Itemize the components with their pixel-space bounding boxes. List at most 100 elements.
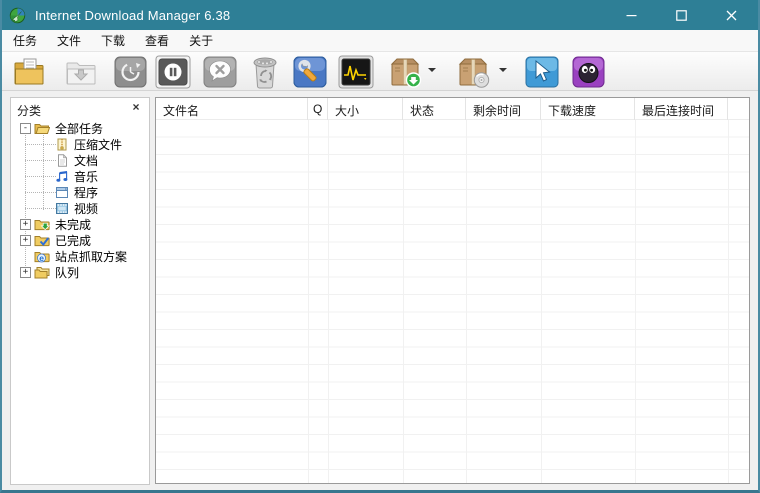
stop-button[interactable] xyxy=(154,55,192,89)
options-icon xyxy=(293,56,327,88)
column-header-time-left[interactable]: 剩余时间 xyxy=(466,98,541,120)
tree-item-finished[interactable]: + 已完成 xyxy=(11,232,149,248)
stop-icon xyxy=(155,55,191,89)
video-icon xyxy=(56,202,68,214)
column-header-filename[interactable]: 文件名 xyxy=(156,98,308,120)
maximize-icon xyxy=(675,9,687,21)
column-header-last-try[interactable]: 最后连接时间 xyxy=(635,98,728,120)
music-icon xyxy=(56,170,68,182)
svg-text:e: e xyxy=(39,253,44,263)
tree-item-unfinished[interactable]: + 未完成 xyxy=(11,216,149,232)
table-body-empty[interactable] xyxy=(156,120,749,483)
minimize-icon xyxy=(626,14,636,16)
zip-file-icon xyxy=(57,138,67,150)
tree-item-label: 视频 xyxy=(74,201,99,216)
tree-item-documents[interactable]: 文档 xyxy=(11,152,149,168)
tree-item-grabber-projects[interactable]: e 站点抓取方案 xyxy=(11,248,149,264)
categories-close-button[interactable]: × xyxy=(129,100,143,114)
maximize-button[interactable] xyxy=(656,0,706,30)
scheduler-icon xyxy=(338,55,374,89)
start-queue-button[interactable] xyxy=(386,55,424,89)
document-icon xyxy=(58,153,68,167)
start-queue-dropdown[interactable] xyxy=(428,68,436,72)
options-button[interactable] xyxy=(291,55,329,89)
grabber-button[interactable] xyxy=(523,55,561,89)
column-header-queue[interactable]: Q xyxy=(308,98,328,120)
folder-finished-icon xyxy=(34,235,50,246)
minimize-button[interactable] xyxy=(606,0,656,30)
queues-icon xyxy=(34,266,50,278)
column-header-filler xyxy=(728,98,749,120)
stop-all-icon xyxy=(203,56,237,88)
window-controls xyxy=(606,0,756,30)
stop-queue-dropdown[interactable] xyxy=(499,68,507,72)
menu-view[interactable]: 查看 xyxy=(135,29,179,52)
tree-item-queues[interactable]: + 队列 xyxy=(11,264,149,280)
grid-line xyxy=(308,120,309,483)
tree-item-all-tasks[interactable]: - 全部任务 xyxy=(11,120,149,136)
column-header-speed[interactable]: 下载速度 xyxy=(541,98,635,120)
grid-line xyxy=(728,120,729,483)
restart-icon xyxy=(114,56,146,88)
collapse-box-icon[interactable]: - xyxy=(20,122,31,134)
tell-a-friend-button[interactable] xyxy=(569,55,607,89)
grid-line xyxy=(541,120,542,483)
menubar: 任务 文件 下载 查看 关于 xyxy=(2,30,758,52)
titlebar[interactable]: Internet Download Manager 6.38 xyxy=(2,0,758,30)
start-queue-icon xyxy=(390,58,422,88)
grid-line xyxy=(635,120,636,483)
column-header-size[interactable]: 大小 xyxy=(328,98,403,120)
tree-item-label: 站点抓取方案 xyxy=(55,249,128,264)
tree-connector xyxy=(25,143,56,145)
close-button[interactable] xyxy=(706,0,756,30)
toolbar xyxy=(2,52,758,91)
menu-downloads[interactable]: 下载 xyxy=(91,29,135,52)
menu-about[interactable]: 关于 xyxy=(179,29,223,52)
grid-line xyxy=(466,120,467,483)
tree-item-compressed[interactable]: 压缩文件 xyxy=(11,136,149,152)
delete-all-completed-icon xyxy=(253,57,277,88)
tree-item-label: 文档 xyxy=(74,153,99,168)
tree-connector xyxy=(25,175,56,177)
grid-line xyxy=(328,120,329,483)
tree-item-label: 压缩文件 xyxy=(74,137,123,152)
grid-line xyxy=(403,120,404,483)
categories-title: 分类 xyxy=(17,104,42,118)
category-tree: - 全部任务 压缩文件 文档 音乐 程序 视频 + 未完成 + 已完成 e 站点… xyxy=(11,120,149,280)
idm-logo-icon xyxy=(9,7,26,23)
stop-queue-icon xyxy=(458,58,490,88)
tree-item-label: 队列 xyxy=(55,265,80,280)
window-title: Internet Download Manager 6.38 xyxy=(35,7,231,23)
downloads-table: 文件名 Q 大小 状态 剩余时间 下载速度 最后连接时间 xyxy=(155,97,750,484)
restart-button[interactable] xyxy=(111,55,149,89)
menu-file[interactable]: 文件 xyxy=(47,29,91,52)
tree-item-label: 音乐 xyxy=(74,169,99,184)
tree-item-label: 全部任务 xyxy=(55,121,104,136)
tree-item-video[interactable]: 视频 xyxy=(11,200,149,216)
table-header-row: 文件名 Q 大小 状态 剩余时间 下载速度 最后连接时间 xyxy=(156,98,749,120)
tree-connector xyxy=(25,159,56,161)
grabber-projects-icon: e xyxy=(34,251,50,263)
folder-open-icon xyxy=(34,123,50,134)
categories-header: 分类 × xyxy=(11,98,149,118)
grabber-icon xyxy=(525,56,559,88)
column-header-status[interactable]: 状态 xyxy=(403,98,466,120)
tree-item-programs[interactable]: 程序 xyxy=(11,184,149,200)
resume-button[interactable] xyxy=(62,55,100,89)
stop-queue-button[interactable] xyxy=(454,55,492,89)
idm-window: Internet Download Manager 6.38 任务 文件 下载 … xyxy=(0,0,760,493)
add-url-button[interactable] xyxy=(10,55,48,89)
expand-box-icon[interactable]: + xyxy=(20,266,31,278)
scheduler-button[interactable] xyxy=(337,55,375,89)
menu-tasks[interactable]: 任务 xyxy=(3,29,47,52)
tree-item-label: 已完成 xyxy=(55,233,92,248)
program-icon xyxy=(56,186,68,198)
categories-panel: 分类 × - 全部任务 压缩文件 文档 音乐 程序 视频 + 未完成 + 已完成… xyxy=(10,97,150,485)
tree-item-label: 程序 xyxy=(74,185,99,200)
stop-all-button[interactable] xyxy=(201,55,239,89)
tree-item-music[interactable]: 音乐 xyxy=(11,168,149,184)
expand-box-icon[interactable]: + xyxy=(20,234,31,246)
tree-item-label: 未完成 xyxy=(55,217,92,232)
expand-box-icon[interactable]: + xyxy=(20,218,31,230)
delete-all-completed-button[interactable] xyxy=(246,55,284,89)
